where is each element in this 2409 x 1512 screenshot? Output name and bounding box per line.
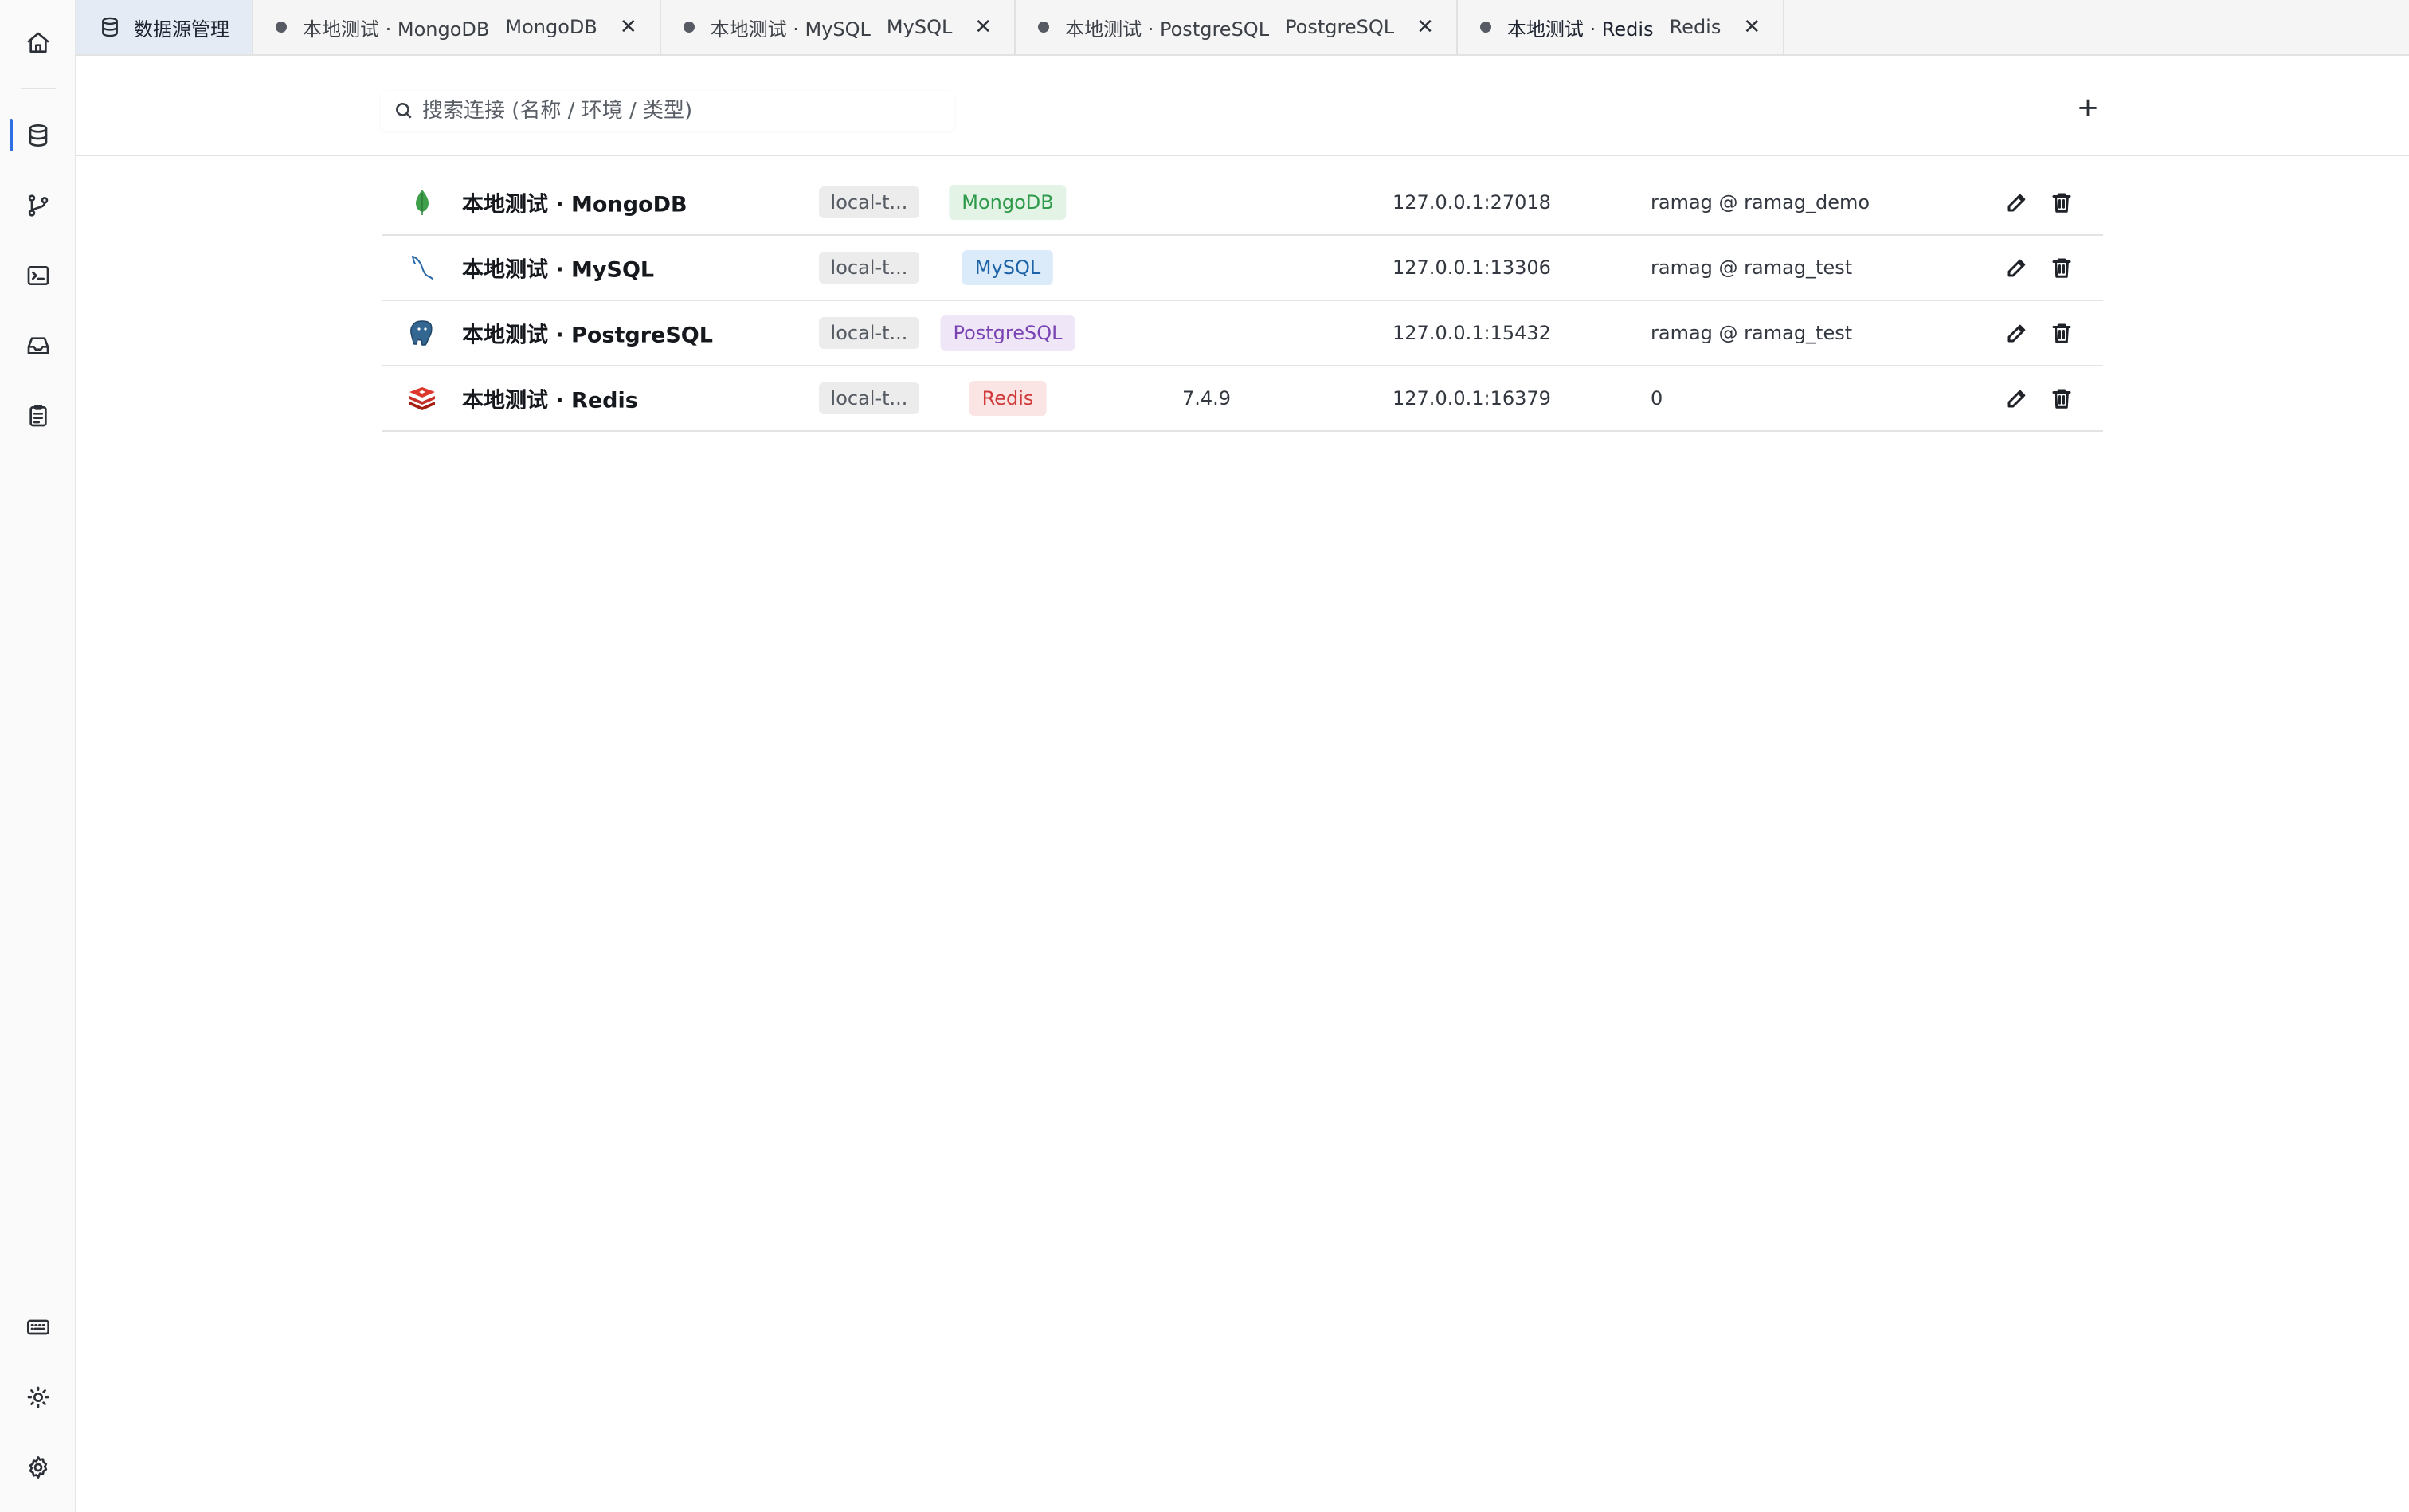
trash-icon[interactable] [2047, 384, 2076, 413]
tab-mongodb[interactable]: 本地测试 · MongoDB MongoDB ✕ [253, 0, 661, 54]
type-badge: MongoDB [949, 185, 1067, 220]
close-icon[interactable]: ✕ [974, 17, 992, 37]
connection-row-mysql[interactable]: 本地测试 · MySQL local-t... MySQL 127.0.0.1:… [382, 236, 2103, 301]
env-badge: local-t... [819, 317, 919, 349]
address-text: 127.0.0.1:27018 [1393, 191, 1551, 213]
tab-label: 本地测试 · Redis [1506, 18, 1654, 41]
clipboard-icon[interactable] [0, 387, 76, 445]
toolbar: + [76, 56, 2409, 156]
home-icon[interactable] [0, 14, 76, 72]
keyboard-icon[interactable] [0, 1299, 76, 1356]
left-rail [0, 0, 76, 1512]
connection-row-redis[interactable]: 本地测试 · Redis local-t... Redis 7.4.9 127.… [382, 366, 2103, 432]
tab-status-dot [276, 22, 287, 33]
git-branch-icon[interactable] [0, 177, 76, 234]
connection-row-postgresql[interactable]: 本地测试 · PostgreSQL local-t... PostgreSQL … [382, 301, 2103, 366]
connection-list: 本地测试 · MongoDB local-t... MongoDB 127.0.… [382, 170, 2103, 432]
edit-icon[interactable] [2003, 253, 2031, 282]
mysql-dolphin-icon [406, 252, 438, 284]
add-connection-button[interactable]: + [2070, 89, 2106, 126]
edit-icon[interactable] [2003, 319, 2031, 347]
search-input[interactable] [422, 99, 948, 123]
connection-name: 本地测试 · Redis [462, 388, 638, 413]
address-text: 127.0.0.1:15432 [1393, 322, 1551, 344]
search-box [381, 91, 954, 131]
user-db-text: ramag @ ramag_test [1651, 257, 1853, 279]
trash-icon[interactable] [2047, 188, 2076, 217]
terminal-icon[interactable] [0, 247, 76, 304]
type-badge: PostgreSQL [940, 315, 1075, 351]
env-badge: local-t... [819, 252, 919, 284]
user-db-text: ramag @ ramag_demo [1651, 191, 1870, 213]
user-db-text: 0 [1651, 387, 1663, 409]
database-icon [102, 17, 118, 37]
tab-mysql[interactable]: 本地测试 · MySQL MySQL ✕ [661, 0, 1016, 54]
tab-type: MongoDB [505, 16, 597, 38]
app-window: 数据源管理 本地测试 · MongoDB MongoDB ✕ 本地测试 · My… [0, 0, 2409, 1512]
tab-status-dot [1038, 22, 1050, 33]
database-icon[interactable] [0, 107, 76, 164]
tab-label: 本地测试 · PostgreSQL [1065, 18, 1270, 41]
redis-cube-icon [406, 382, 438, 414]
trash-icon[interactable] [2047, 253, 2076, 282]
close-icon[interactable]: ✕ [1416, 17, 1434, 37]
search-icon [396, 103, 412, 119]
connection-name: 本地测试 · PostgreSQL [462, 323, 713, 348]
address-text: 127.0.0.1:16379 [1393, 387, 1551, 409]
tab-label: 本地测试 · MongoDB [303, 18, 490, 41]
version-text: 7.4.9 [1182, 387, 1232, 409]
tab-label: 本地测试 · MySQL [710, 18, 871, 41]
rail-divider [21, 88, 56, 89]
tab-datasource-management[interactable]: 数据源管理 [76, 0, 253, 54]
close-icon[interactable]: ✕ [620, 17, 637, 37]
tab-type: MySQL [886, 16, 953, 38]
tab-redis[interactable]: 本地测试 · Redis Redis ✕ [1458, 0, 1785, 54]
edit-icon[interactable] [2003, 188, 2031, 217]
edit-icon[interactable] [2003, 384, 2031, 413]
type-badge: Redis [969, 381, 1047, 416]
env-badge: local-t... [819, 186, 919, 218]
tab-type: PostgreSQL [1285, 16, 1395, 38]
close-icon[interactable]: ✕ [1743, 17, 1761, 37]
trash-icon[interactable] [2047, 319, 2076, 347]
user-db-text: ramag @ ramag_test [1651, 322, 1853, 344]
postgresql-elephant-icon [406, 317, 438, 349]
sun-icon[interactable] [0, 1369, 76, 1426]
tab-status-dot [1479, 22, 1491, 33]
tab-postgresql[interactable]: 本地测试 · PostgreSQL PostgreSQL ✕ [1016, 0, 1458, 54]
type-badge: MySQL [962, 250, 1054, 285]
address-text: 127.0.0.1:13306 [1393, 257, 1551, 279]
tab-label: 数据源管理 [134, 18, 229, 41]
env-badge: local-t... [819, 382, 919, 414]
tab-status-dot [683, 22, 695, 33]
tab-type: Redis [1669, 16, 1722, 38]
inbox-icon[interactable] [0, 317, 76, 374]
mongodb-leaf-icon [406, 186, 438, 218]
tab-bar: 数据源管理 本地测试 · MongoDB MongoDB ✕ 本地测试 · My… [76, 0, 2409, 56]
connection-name: 本地测试 · MySQL [462, 257, 655, 283]
gear-icon[interactable] [0, 1439, 76, 1496]
connection-row-mongodb[interactable]: 本地测试 · MongoDB local-t... MongoDB 127.0.… [382, 170, 2103, 236]
connection-name: 本地测试 · MongoDB [462, 192, 687, 217]
